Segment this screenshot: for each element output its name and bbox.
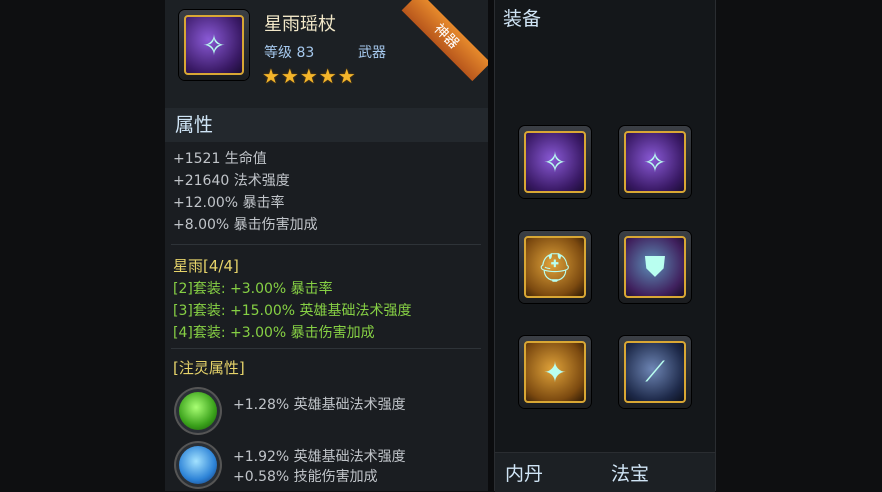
- equipment-slot[interactable]: ⟋: [619, 336, 691, 408]
- item-icon-frame[interactable]: ✧: [179, 10, 249, 80]
- set-bonus-line: [4]套装: +3.00% 暴击伤害加成: [173, 325, 375, 341]
- set-bonus-list: [2]套装: +3.00% 暴击率 [3]套装: +15.00% 英雄基础法术强…: [173, 278, 412, 344]
- item-name: 星雨瑶杖: [264, 14, 336, 35]
- equipment-slot[interactable]: ✧: [619, 126, 691, 198]
- attribute-line: +12.00% 暴击率: [173, 195, 285, 211]
- helmet-icon: ⛑: [524, 236, 586, 298]
- staff-icon: ✧: [624, 131, 686, 193]
- set-title: 星雨[4/4]: [173, 257, 239, 275]
- equipment-slot[interactable]: ✦: [519, 336, 591, 408]
- equipment-tabs: 内丹 法宝: [495, 452, 715, 492]
- attribute-line: +21640 法术强度: [173, 173, 290, 189]
- tab-treasure[interactable]: 法宝: [611, 459, 649, 486]
- attribute-list: +1521 生命值 +21640 法术强度 +12.00% 暴击率 +8.00%…: [173, 148, 318, 236]
- staff-icon: ✧: [524, 131, 586, 193]
- item-type: 武器: [358, 45, 386, 61]
- equipment-slot[interactable]: ⛑: [519, 231, 591, 303]
- item-level: 等级 83: [264, 45, 315, 61]
- attribute-line: +8.00% 暴击伤害加成: [173, 217, 318, 233]
- wand-icon: ⟋: [624, 341, 686, 403]
- spirit-line: +1.92% 英雄基础法术强度: [233, 449, 406, 465]
- staff-icon: ✧: [184, 15, 244, 75]
- spirit-line: +0.58% 技能伤害加成: [233, 469, 378, 485]
- blue-gem-icon: [179, 446, 217, 484]
- attribute-line: +1521 生命值: [173, 151, 267, 167]
- set-bonus-line: [3]套装: +15.00% 英雄基础法术强度: [173, 303, 412, 319]
- equipment-slot[interactable]: ✧: [519, 126, 591, 198]
- artifact-ribbon: 神器: [401, 0, 488, 82]
- divider: [171, 244, 481, 245]
- attributes-title: 属性: [165, 108, 488, 142]
- equipment-slot[interactable]: ⛊: [619, 231, 691, 303]
- green-gem-icon: [179, 392, 217, 430]
- equipment-title: 装备: [503, 8, 542, 30]
- equipment-panel: 装备 ✧ ✧ ⛑ ⛊ ✦ ⟋ 内丹 法宝: [494, 0, 716, 492]
- armor-icon: ⛊: [624, 236, 686, 298]
- star-rating: ★★★★★: [262, 64, 357, 88]
- set-bonus-line: [2]套装: +3.00% 暴击率: [173, 281, 333, 297]
- spirit-title: [注灵属性]: [173, 359, 245, 377]
- boots-icon: ✦: [524, 341, 586, 403]
- spirit-line: +1.28% 英雄基础法术强度: [233, 397, 406, 413]
- item-detail-panel: ✧ 星雨瑶杖 等级 83 武器 ★★★★★ 神器 属性 +1521 生命值 +2…: [165, 0, 489, 491]
- tab-inner-core[interactable]: 内丹: [505, 459, 543, 486]
- item-header: ✧ 星雨瑶杖 等级 83 武器 ★★★★★ 神器: [165, 0, 488, 108]
- divider: [171, 348, 481, 349]
